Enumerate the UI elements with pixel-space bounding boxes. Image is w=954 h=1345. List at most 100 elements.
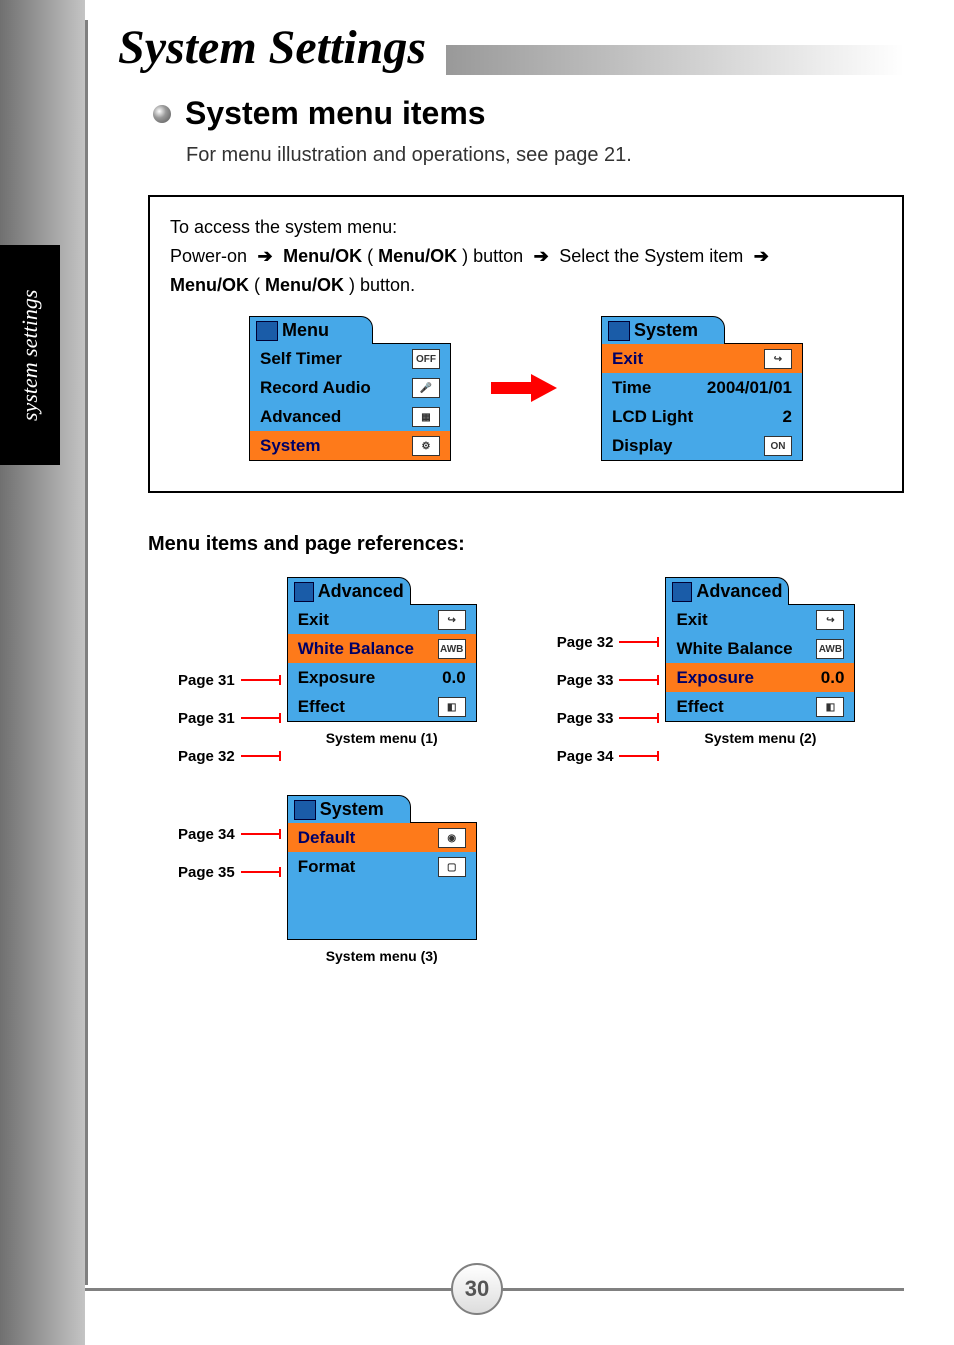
menu-diagrams: MenuSelf TimerOFFRecord Audio🎤Advanced▦S…: [170, 315, 882, 461]
section-header: System menu items: [153, 95, 904, 132]
page-ref-labels: .Page 31Page 31Page 32: [178, 576, 279, 770]
arrow-icon: ➔: [252, 242, 278, 271]
connector-line: [241, 871, 279, 873]
bullet-icon: [153, 105, 171, 123]
menu-row-label: Display: [612, 436, 672, 456]
page-ref-text: Page 33: [557, 672, 614, 689]
menu-row-label: Exposure: [676, 668, 753, 688]
connector-line: [619, 679, 657, 681]
menu-row-value: 0.0: [442, 668, 466, 688]
menu-row: Time2004/01/01: [602, 373, 802, 402]
menu-body: Exit ↪ Time2004/01/01LCD Light2 Display ON: [602, 344, 802, 460]
menu-row: Effect ◧: [288, 692, 476, 721]
connector-line: [241, 717, 279, 719]
menu-row-icon: ▦: [412, 407, 440, 427]
page-ref-text: Page 35: [178, 864, 235, 881]
menu-row: Format ▢: [288, 852, 476, 881]
connector-line: [619, 641, 657, 643]
connector-line: [619, 755, 657, 757]
menu-body: Self TimerOFFRecord Audio🎤Advanced▦Syste…: [250, 344, 450, 460]
page-ref: Page 34: [557, 742, 658, 770]
menu-row-label: Default: [298, 828, 356, 848]
content-area: System Settings System menu items For me…: [85, 20, 904, 1285]
menu-row: Exit ↪: [602, 344, 802, 373]
page-ref-labels: Page 32 Page 33 Page 33 Page 34: [557, 576, 658, 770]
menu-tab: Advanced: [665, 577, 789, 605]
access-steps: Power-on ➔ Menu/OK ( Menu/OK ) button ➔ …: [170, 242, 882, 300]
title-bar: System Settings: [118, 20, 904, 75]
ref-row-1: .Page 31Page 31Page 32AdvancedExit↪White…: [178, 576, 904, 770]
camera-icon: [294, 582, 314, 602]
menu-row-label: [298, 915, 303, 935]
page-number: 30: [451, 1263, 503, 1315]
menu-row-label: Exit: [612, 349, 643, 369]
subsection-title: Menu items and page references:: [148, 533, 904, 556]
step-select: Select the System item: [559, 246, 743, 266]
connector-line: [241, 833, 279, 835]
ref-block-3: Page 34Page 35SystemDefault◉Format▢ Syst…: [178, 794, 477, 964]
menu-screenshot-right: System Exit ↪ Time2004/01/01LCD Light2 Displ…: [601, 315, 803, 461]
menu-row: Advanced▦: [250, 402, 450, 431]
menu-row-icon: ON: [764, 436, 792, 456]
menu-row-label: Effect: [298, 697, 345, 717]
camera-icon: [672, 582, 692, 602]
step-button-2: ) button.: [349, 275, 415, 295]
page-ref: Page 33: [557, 666, 658, 694]
menu-row-label: Format: [298, 857, 356, 877]
step-menuok-2b: Menu/OK: [265, 275, 344, 295]
menu-box: Exit↪White BalanceAWBExposure0.0Effect◧: [287, 604, 477, 722]
page-ref-text: Page 32: [178, 748, 235, 765]
page-ref: Page 31: [178, 704, 279, 732]
menu-row-label: Record Audio: [260, 378, 371, 398]
page-ref-text: Page 34: [557, 748, 614, 765]
menu-row: LCD Light2: [602, 402, 802, 431]
page-ref-text: Page 32: [557, 634, 614, 651]
arrow-icon: ➔: [748, 242, 774, 271]
menu-box: Default◉Format▢: [287, 822, 477, 940]
menu-row-icon: ◧: [438, 697, 466, 717]
menu-tab: System: [287, 795, 411, 823]
step-menuok-1: Menu/OK: [283, 246, 362, 266]
arrow-icon: ➔: [528, 242, 554, 271]
menu-row-label: System: [260, 436, 320, 456]
menu-row: White BalanceAWB: [666, 634, 854, 663]
menu-tab-label: System: [634, 320, 698, 341]
menu-row-label: White Balance: [676, 639, 792, 659]
manual-page: system settings System Settings System m…: [0, 0, 954, 1345]
menu-row: Effect◧: [666, 692, 854, 721]
menu-row-icon: ↪: [764, 349, 792, 369]
menu-row-label: Time: [612, 378, 651, 398]
menu-caption: System menu (3): [287, 948, 477, 964]
menu-row-label: Self Timer: [260, 349, 342, 369]
menu-row: White BalanceAWB: [288, 634, 476, 663]
menu-row-label: LCD Light: [612, 407, 693, 427]
menu-tab-label: System: [320, 799, 384, 820]
menu-tab-label: Advanced: [318, 581, 404, 602]
menu-row-icon: ▢: [438, 857, 466, 877]
sidebar-tab: system settings: [0, 245, 60, 465]
menu-row: Exposure0.0: [666, 663, 854, 692]
step-menuok-1b: Menu/OK: [378, 246, 457, 266]
menu-caption: System menu (1): [287, 730, 477, 746]
step-menuok-2: Menu/OK: [170, 275, 249, 295]
connector-line: [241, 679, 279, 681]
menu-box: Exit ↪ Time2004/01/01LCD Light2 Display ON: [601, 343, 803, 461]
menu-body: Default◉Format▢: [288, 823, 476, 939]
connector-line: [619, 717, 657, 719]
intro-text: For menu illustration and operations, se…: [186, 144, 904, 167]
menu-row: Exposure0.0: [288, 663, 476, 692]
section-title: System menu items: [185, 95, 486, 132]
page-ref: Page 31: [178, 666, 279, 694]
menu-row: Self TimerOFF: [250, 344, 450, 373]
page-ref-labels: Page 34Page 35: [178, 794, 279, 886]
big-red-arrow-icon: [491, 378, 561, 398]
menu-body: Exit↪White BalanceAWBExposure0.0Effect◧: [666, 605, 854, 721]
menu-row-label: [298, 886, 303, 906]
title-gradient: [446, 45, 904, 75]
page-ref-text: Page 33: [557, 710, 614, 727]
step-button-1: ) button: [462, 246, 523, 266]
menu-row-icon: ↪: [438, 610, 466, 630]
menu-row-icon: ↪: [816, 610, 844, 630]
menu-row: [288, 881, 476, 910]
menu-tab: Advanced: [287, 577, 411, 605]
